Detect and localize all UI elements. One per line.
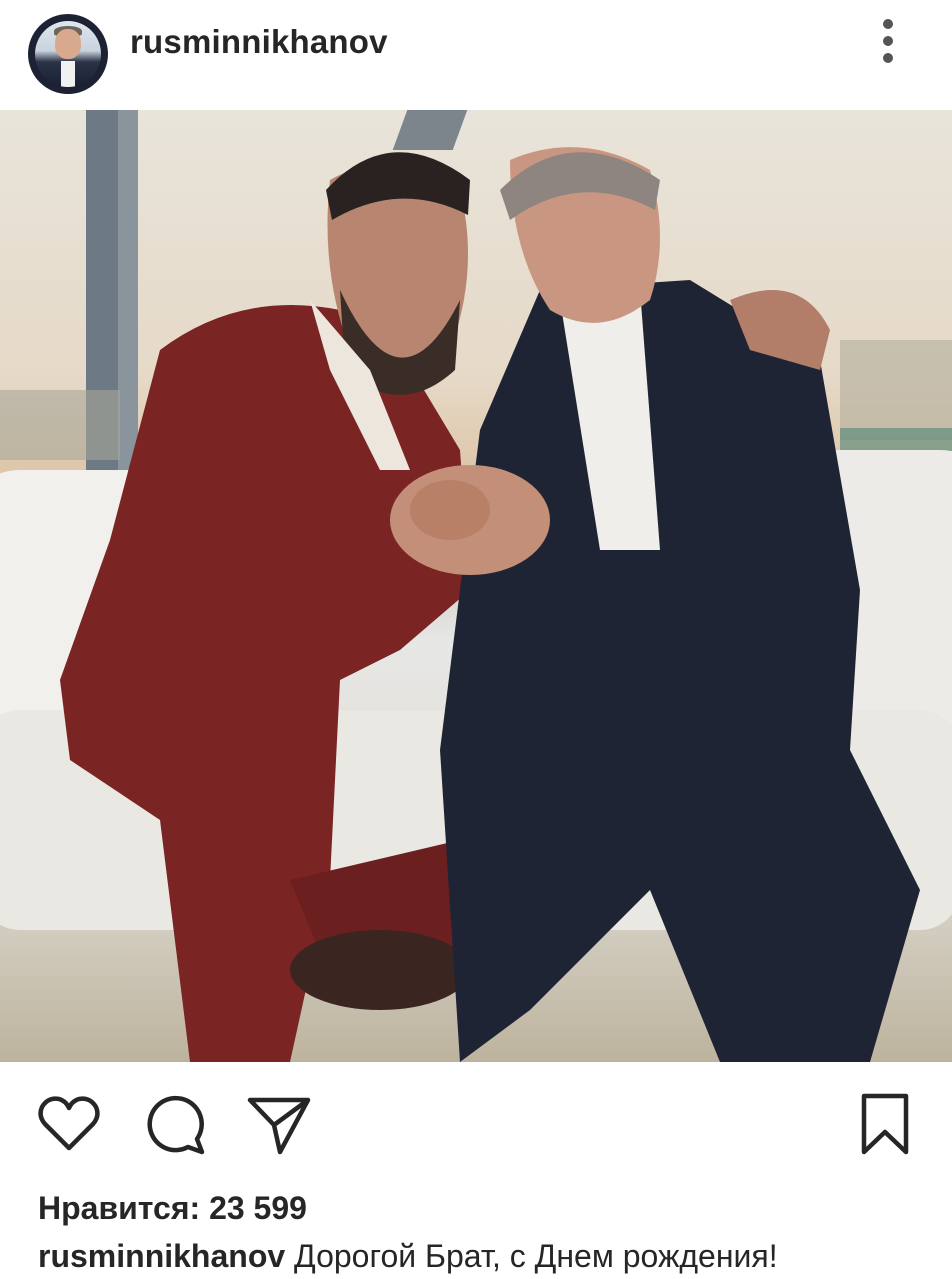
more-vertical-icon[interactable] [872, 18, 904, 64]
avatar[interactable] [28, 14, 108, 94]
send-icon[interactable] [246, 1092, 312, 1158]
caption-text: Дорогой Брат, с Днем рождения! [294, 1238, 778, 1274]
caption: rusminnikhanov Дорогой Брат, с Днем рожд… [38, 1234, 778, 1278]
heart-icon[interactable] [36, 1092, 102, 1158]
post-photo[interactable] [0, 110, 952, 1062]
header-username[interactable]: rusminnikhanov [130, 22, 388, 62]
caption-username[interactable]: rusminnikhanov [38, 1238, 285, 1274]
bookmark-icon[interactable] [852, 1092, 918, 1158]
avatar-image [35, 21, 101, 87]
likes-label: Нравится: [38, 1190, 201, 1226]
comment-icon[interactable] [142, 1092, 208, 1158]
likes-number: 23 599 [209, 1190, 307, 1226]
action-bar [0, 1062, 952, 1182]
likes-count[interactable]: Нравится: 23 599 [38, 1186, 307, 1230]
post-header: rusminnikhanov [0, 0, 952, 110]
